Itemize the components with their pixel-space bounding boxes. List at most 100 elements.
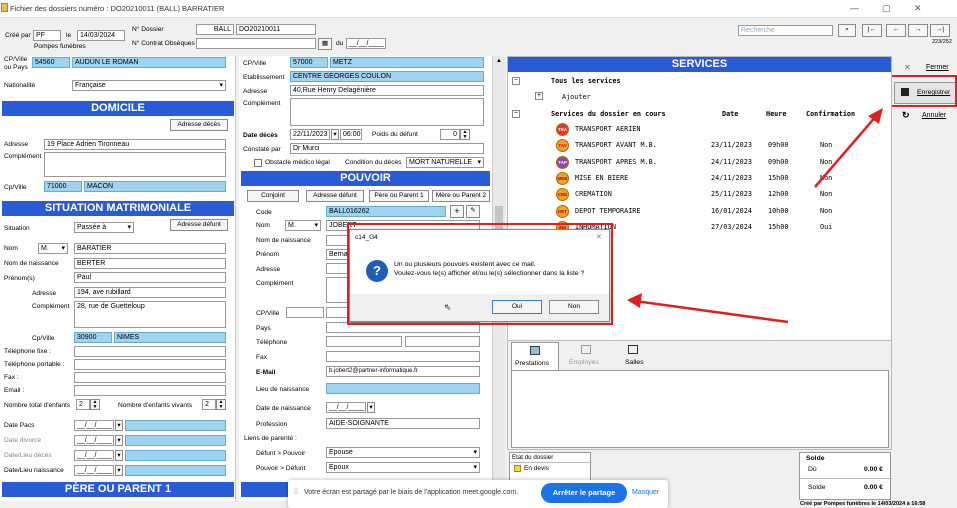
date-pacs-field[interactable]: __/__/____ (74, 420, 114, 431)
mid-adresse-field[interactable]: 40,Rue Henry Delagénière (290, 85, 484, 96)
dossier-number-field[interactable]: DO20210011 (236, 24, 316, 35)
cp-field[interactable]: 54560 (32, 57, 70, 68)
search-icon[interactable]: ⌕ (838, 24, 856, 37)
conjoint-button[interactable]: Conjoint (247, 190, 299, 202)
nb-enfants-stepper[interactable]: ▲ ▼ (90, 399, 100, 410)
tel-port-field[interactable] (74, 359, 226, 370)
contrat-field[interactable] (196, 38, 316, 49)
adr-field[interactable]: 194, ave rubillard (74, 287, 226, 298)
first-record-icon[interactable]: |← (862, 24, 882, 37)
nb-vivants-field[interactable]: 2 (202, 399, 216, 410)
pouvoir-tel2-field[interactable] (405, 336, 480, 347)
pere-parent1-button[interactable]: Père ou Parent 1 (369, 190, 429, 202)
mid-adresse-label: Adresse (243, 88, 268, 95)
defunt-pouvoir-select[interactable]: Epouse (326, 447, 480, 458)
date-divorce-field[interactable]: __/__/____ (74, 435, 114, 446)
nb-vivants-stepper[interactable]: ▲ ▼ (216, 399, 226, 410)
pouvoir-tel1-field[interactable] (326, 336, 402, 347)
annuler-button[interactable]: ↻ Annuler (894, 106, 956, 126)
nom-field[interactable]: BARATIER (74, 243, 226, 254)
nb-enfants-field[interactable]: 2 (76, 399, 90, 410)
calendar-icon[interactable]: ▦ (318, 38, 332, 50)
collapse-icon[interactable]: − (512, 77, 520, 85)
etablissement-field[interactable]: CENTRE GEORGES COULON (290, 71, 484, 82)
poids-stepper[interactable]: ▲ ▼ (460, 129, 470, 140)
nationalite-select[interactable]: Française (72, 80, 226, 91)
nom-naissance-field[interactable]: BERTER (74, 258, 226, 269)
mid-ville-field[interactable]: METZ (330, 57, 484, 68)
cp3-field[interactable]: 30900 (74, 332, 112, 343)
date-lieu-naissance-dropdown[interactable]: ▾ (115, 465, 123, 476)
code-field[interactable]: BALL016262 (326, 206, 446, 217)
poids-field[interactable]: 0 (440, 129, 460, 140)
tous-services-label[interactable]: Tous les services (551, 77, 621, 85)
heure-deces-field[interactable]: 06:00 (340, 129, 362, 140)
minimize-button[interactable]: — (850, 3, 859, 13)
date-lieu-naissance-field[interactable]: __/__/____ (74, 465, 114, 476)
date-divorce-dropdown[interactable]: ▾ (115, 435, 123, 446)
scroll-up-icon[interactable]: ▲ (496, 58, 502, 64)
dossier-name-field[interactable]: BALL (196, 24, 234, 35)
pouvoir-fax-field[interactable] (326, 351, 480, 362)
maximize-button[interactable]: ▢ (882, 3, 891, 14)
du-date-field[interactable]: __/__/____ (346, 38, 386, 49)
edit-pencil-icon[interactable]: ✎ (466, 205, 480, 218)
adresse-deces-button[interactable]: Adresse décès (170, 119, 228, 131)
ville-field[interactable]: AUDUN LE ROMAN (72, 57, 226, 68)
adresse-field[interactable]: 19 Place Adrien Tironneau (44, 139, 226, 150)
comp-field[interactable]: 28, rue de Guetteloup (74, 301, 226, 328)
mere-parent2-button[interactable]: Mère ou Parent 2 (432, 190, 490, 202)
pouvoir-email-field[interactable]: b.jobert2@partner-informatique.fr (326, 366, 480, 377)
date-divorce-lieu[interactable] (125, 435, 226, 446)
profession-field[interactable]: AIDE-SOIGNANTE (326, 418, 480, 429)
stop-sharing-button[interactable]: Arrêter le partage (541, 483, 627, 503)
collapse-icon-2[interactable]: − (512, 110, 520, 118)
ajouter-label[interactable]: Ajouter (562, 93, 591, 101)
date-naissance-dropdown[interactable]: ▾ (367, 402, 375, 413)
tab-prestations[interactable]: Prestations (511, 342, 559, 370)
hide-share-link[interactable]: Masquer (632, 489, 659, 496)
prev-record-icon[interactable]: ← (886, 24, 906, 37)
date-pacs-dropdown[interactable]: ▾ (115, 420, 123, 431)
date-lieu-deces-dropdown[interactable]: ▾ (115, 450, 123, 461)
adresse-defunt-mid-button[interactable]: Adresse défunt (306, 190, 364, 202)
adresse-defunt-button[interactable]: Adresse défunt (170, 219, 228, 231)
email-field[interactable] (74, 385, 226, 396)
constate-field[interactable]: Dr Murci (290, 143, 484, 154)
situation-select[interactable]: Passée à (74, 222, 134, 233)
expand-icon[interactable]: + (535, 92, 543, 100)
date-deces-dropdown[interactable]: ▾ (331, 129, 339, 140)
fax-field[interactable] (74, 372, 226, 383)
date-lieu-naissance-lieu[interactable] (125, 465, 226, 476)
close-button[interactable]: ✕ (914, 3, 922, 14)
tel-fixe-field[interactable] (74, 346, 226, 357)
date-lieu-deces-field[interactable]: __/__/____ (74, 450, 114, 461)
search-input[interactable]: Recherche (738, 25, 833, 36)
last-record-icon[interactable]: →| (930, 24, 950, 37)
date-lieu-deces-lieu[interactable] (125, 450, 226, 461)
add-pouvoir-icon[interactable]: + (450, 205, 464, 218)
creation-date-field[interactable]: 14/03/2024 (77, 30, 125, 41)
pouvoir-defunt-select[interactable]: Epoux (326, 462, 480, 473)
tab-salles[interactable]: Salles (613, 342, 653, 370)
date-naissance-field[interactable]: __/__/____ (326, 402, 366, 413)
condition-select[interactable]: MORT NATURELLE (406, 157, 484, 168)
complement-field[interactable] (44, 152, 226, 177)
cp2-field[interactable]: 71000 (44, 181, 82, 192)
drag-handle-icon[interactable]: ⁞⁞ (294, 489, 298, 496)
date-deces-field[interactable]: 22/11/2023 (290, 129, 330, 140)
obstacle-checkbox[interactable] (254, 159, 262, 167)
pouvoir-civilite-select[interactable]: M. (285, 220, 321, 231)
ville2-field[interactable]: MACON (84, 181, 226, 192)
cree-par-field[interactable]: PF (33, 30, 61, 41)
tab-employes[interactable]: Employés (563, 342, 609, 370)
civilite-select[interactable]: M. (38, 243, 68, 254)
pouvoir-cp-field[interactable] (286, 307, 324, 318)
date-pacs-lieu[interactable] (125, 420, 226, 431)
mid-complement-field[interactable] (290, 98, 484, 126)
mid-cp-field[interactable]: 57000 (290, 57, 328, 68)
ville3-field[interactable]: NIMES (114, 332, 226, 343)
prenom-field[interactable]: Paul (74, 272, 226, 283)
next-record-icon[interactable]: → (908, 24, 928, 37)
lieu-naissance-field[interactable] (326, 383, 480, 394)
